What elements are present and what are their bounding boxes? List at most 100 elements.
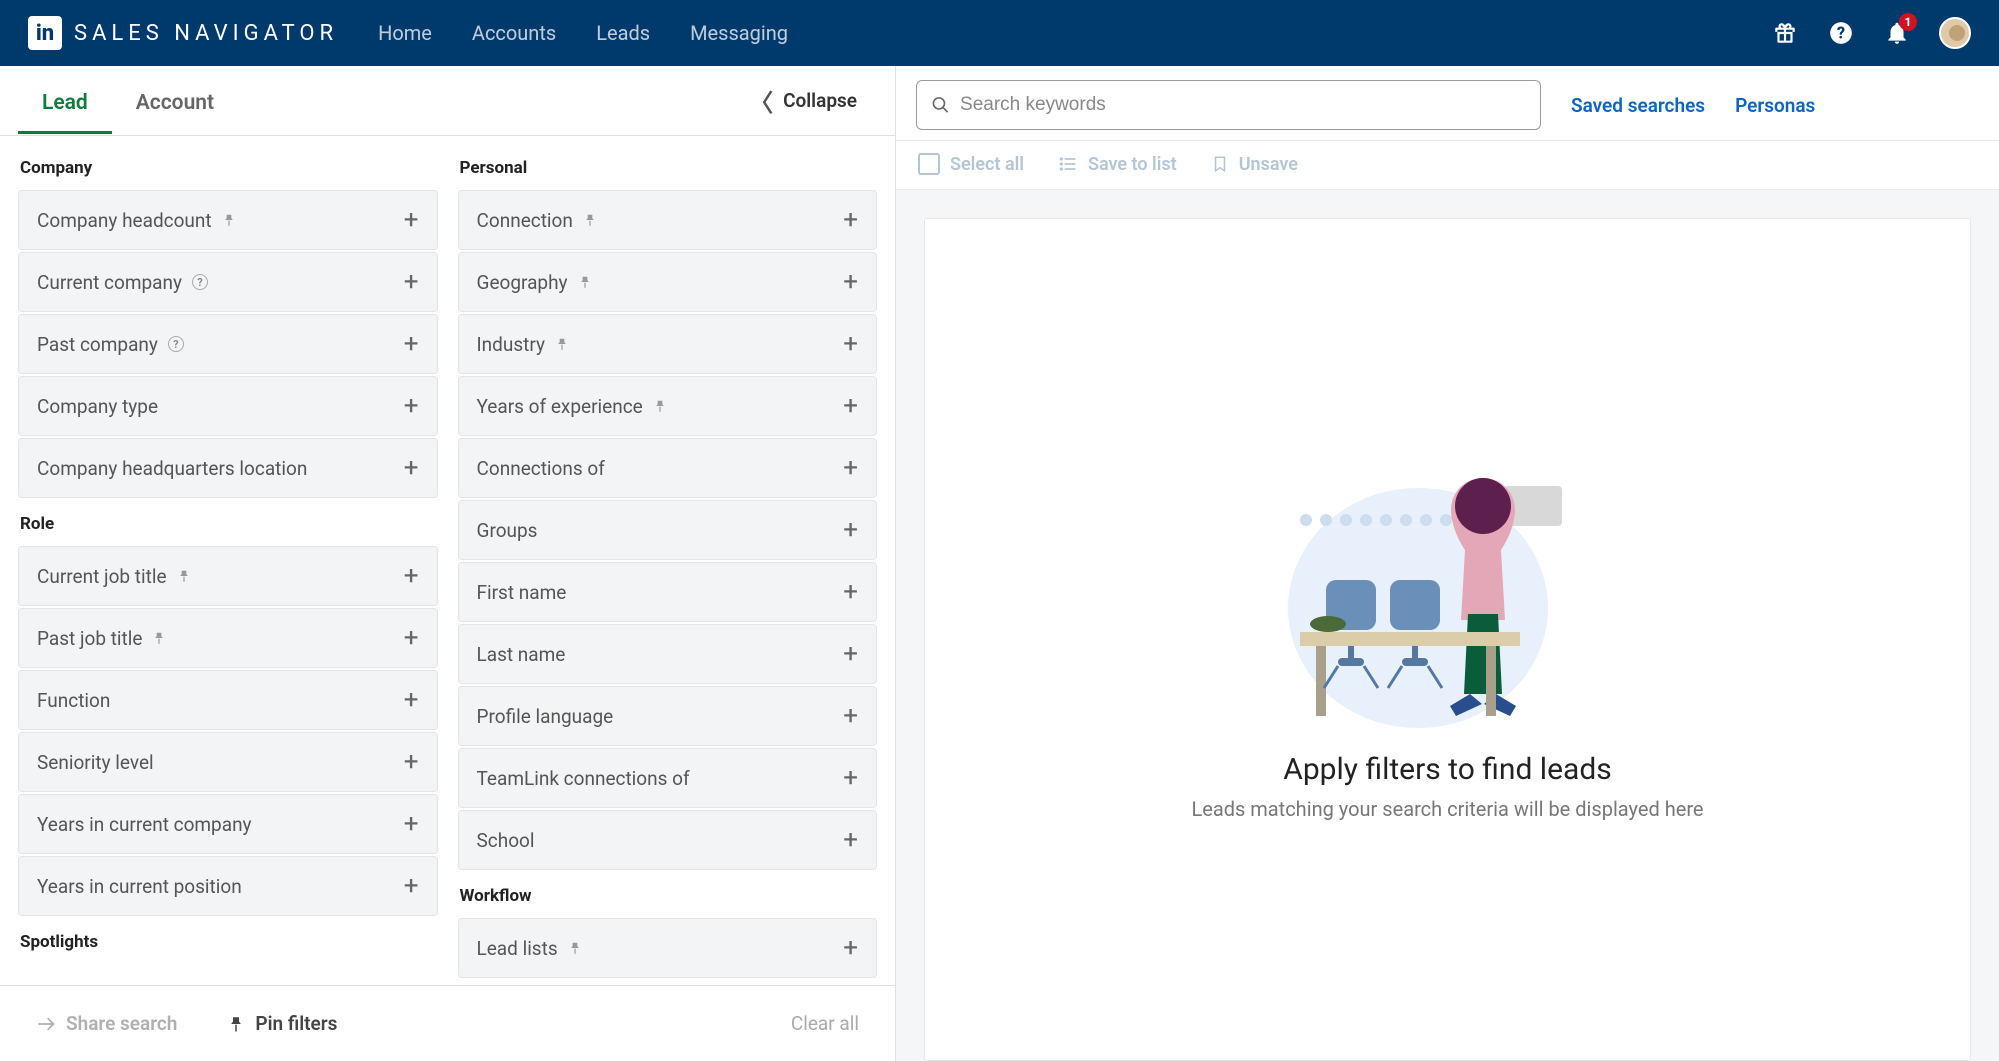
select-all-label: Select all [950, 154, 1024, 175]
personal-filter-label-0: Connection [477, 209, 573, 232]
select-all-action[interactable]: Select all [918, 153, 1024, 175]
tab-lead[interactable]: Lead [18, 69, 112, 133]
plus-icon[interactable]: + [843, 517, 858, 543]
personal-filter-8[interactable]: Profile language+ [458, 686, 878, 746]
personal-filter-2[interactable]: Industry+ [458, 314, 878, 374]
pin-icon [152, 631, 166, 645]
personal-filter-7[interactable]: Last name + [458, 624, 878, 684]
role-filter-1[interactable]: Past job title + [18, 608, 438, 668]
unsave-action[interactable]: Unsave [1211, 154, 1298, 175]
plus-icon[interactable]: + [404, 455, 419, 481]
plus-icon[interactable]: + [843, 765, 858, 791]
personal-filter-9[interactable]: TeamLink connections of + [458, 748, 878, 808]
share-search-button[interactable]: Share search [36, 1012, 177, 1035]
workflow-filter-0[interactable]: Lead lists+ [458, 918, 878, 978]
role-filter-label-0: Current job title [37, 565, 167, 588]
personal-filter-label-9: TeamLink connections of [477, 767, 690, 790]
topbar-right: ? 1 [1771, 17, 1971, 49]
company-filter-1[interactable]: Current company? + [18, 252, 438, 312]
filters-col-right: Personal Connection+Geography+Industry+Y… [458, 144, 878, 980]
plus-icon[interactable]: + [404, 563, 419, 589]
company-filter-4[interactable]: Company headquarters location+ [18, 438, 438, 498]
plus-icon[interactable]: + [843, 827, 858, 853]
personal-filter-label-7: Last name [477, 643, 566, 666]
tabs-row: Lead Account 〈 Collapse [0, 66, 895, 136]
saved-searches-link[interactable]: Saved searches [1571, 94, 1705, 117]
company-filter-label-1: Current company [37, 271, 182, 294]
nav-accounts[interactable]: Accounts [472, 21, 556, 45]
clear-all-button[interactable]: Clear all [791, 1012, 859, 1035]
topbar: in SALES NAVIGATOR Home Accounts Leads M… [0, 0, 1999, 66]
pin-icon [583, 213, 597, 227]
plus-icon[interactable]: + [843, 455, 858, 481]
plus-icon[interactable]: + [843, 579, 858, 605]
search-input[interactable] [960, 94, 1526, 116]
list-icon [1058, 154, 1078, 174]
personal-filter-3[interactable]: Years of experience+ [458, 376, 878, 436]
pin-icon [578, 275, 592, 289]
notifications-icon[interactable]: 1 [1883, 19, 1911, 47]
plus-icon[interactable]: + [404, 749, 419, 775]
pin-filters-button[interactable]: Pin filters [227, 1012, 337, 1035]
empty-state-card: Apply filters to find leads Leads matchi… [924, 218, 1971, 1061]
personal-filter-0[interactable]: Connection + [458, 190, 878, 250]
avatar[interactable] [1939, 17, 1971, 49]
pin-icon [222, 213, 236, 227]
logo-block: in SALES NAVIGATOR [28, 16, 338, 50]
plus-icon[interactable]: + [404, 269, 419, 295]
plus-icon[interactable]: + [843, 393, 858, 419]
personas-link[interactable]: Personas [1735, 94, 1815, 117]
personal-filter-5[interactable]: Groups + [458, 500, 878, 560]
help-icon[interactable]: ? [192, 274, 208, 290]
plus-icon[interactable]: + [843, 269, 858, 295]
plus-icon[interactable]: + [843, 207, 858, 233]
role-filter-4[interactable]: Years in current company+ [18, 794, 438, 854]
collapse-button[interactable]: 〈 Collapse [749, 83, 877, 118]
help-icon[interactable]: ? [1827, 19, 1855, 47]
plus-icon[interactable]: + [843, 641, 858, 667]
pin-filters-label: Pin filters [255, 1012, 337, 1035]
pin-icon [653, 399, 667, 413]
plus-icon[interactable]: + [843, 331, 858, 357]
nav-messaging[interactable]: Messaging [690, 21, 788, 45]
company-filter-label-2: Past company [37, 333, 158, 356]
search-box[interactable] [916, 80, 1541, 130]
plus-icon[interactable]: + [404, 393, 419, 419]
search-icon [931, 95, 950, 115]
tab-account[interactable]: Account [112, 69, 238, 133]
personal-filter-1[interactable]: Geography + [458, 252, 878, 312]
plus-icon[interactable]: + [843, 703, 858, 729]
company-filter-2[interactable]: Past company? + [18, 314, 438, 374]
role-filter-0[interactable]: Current job title + [18, 546, 438, 606]
plus-icon[interactable]: + [404, 811, 419, 837]
pin-icon [177, 569, 191, 583]
company-filter-3[interactable]: Company type+ [18, 376, 438, 436]
plus-icon[interactable]: + [404, 687, 419, 713]
nav-home[interactable]: Home [378, 21, 432, 45]
personal-filter-4[interactable]: Connections of+ [458, 438, 878, 498]
role-filter-3[interactable]: Seniority level+ [18, 732, 438, 792]
save-to-list-action[interactable]: Save to list [1058, 154, 1177, 175]
unsave-label: Unsave [1239, 154, 1298, 175]
company-filter-0[interactable]: Company headcount+ [18, 190, 438, 250]
pin-icon [555, 337, 569, 351]
personal-filter-10[interactable]: School + [458, 810, 878, 870]
nav-leads[interactable]: Leads [596, 21, 650, 45]
section-personal: Personal [458, 144, 878, 190]
plus-icon[interactable]: + [404, 331, 419, 357]
role-filter-5[interactable]: Years in current position+ [18, 856, 438, 916]
role-filter-2[interactable]: Function+ [18, 670, 438, 730]
help-icon[interactable]: ? [168, 336, 184, 352]
gift-icon[interactable] [1771, 19, 1799, 47]
select-all-checkbox[interactable] [918, 153, 940, 175]
role-filter-label-1: Past job title [37, 627, 142, 650]
plus-icon[interactable]: + [404, 625, 419, 651]
personal-filter-label-5: Groups [477, 519, 538, 542]
linkedin-logo-icon[interactable]: in [28, 16, 62, 50]
personal-filter-label-1: Geography [477, 271, 568, 294]
personal-filter-label-10: School [477, 829, 535, 852]
personal-filter-6[interactable]: First name+ [458, 562, 878, 622]
plus-icon[interactable]: + [404, 873, 419, 899]
plus-icon[interactable]: + [843, 935, 858, 961]
plus-icon[interactable]: + [404, 207, 419, 233]
